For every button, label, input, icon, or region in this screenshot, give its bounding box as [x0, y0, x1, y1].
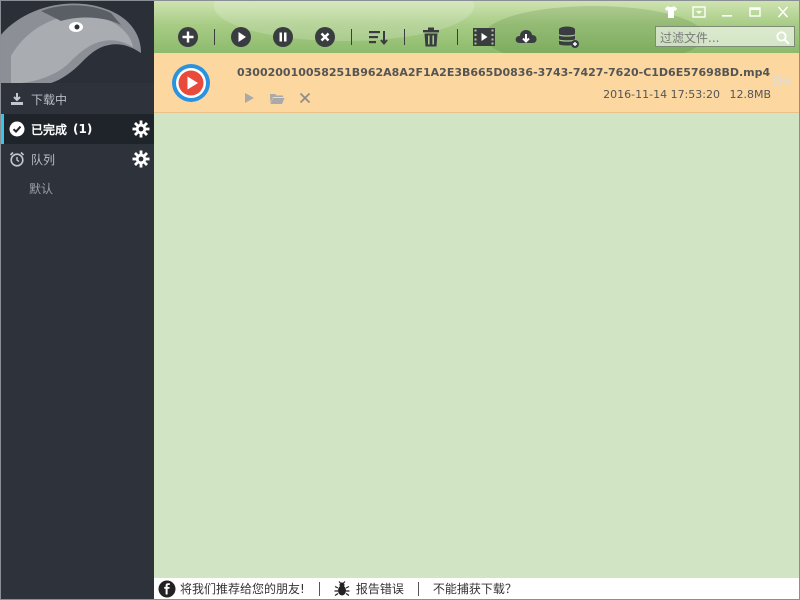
sidebar-nav: 下载中 已完成 (1) 队列 默认 [1, 84, 154, 202]
gear-icon[interactable] [132, 150, 150, 168]
recommend-label: 将我们推荐给您的朋友! [180, 582, 305, 596]
toolbar-separator [404, 29, 405, 45]
gear-icon[interactable] [132, 120, 150, 138]
resume-button[interactable] [229, 25, 253, 49]
database-button[interactable] [556, 25, 580, 49]
sort-button[interactable] [366, 25, 390, 49]
pause-icon [273, 27, 293, 47]
alarm-clock-icon [9, 151, 25, 167]
toolbar-separator [214, 29, 215, 45]
sidebar-item-label: 下载中 [31, 92, 68, 107]
sidebar-item-label: 默认 [29, 181, 54, 196]
report-bug-link[interactable]: 报告错误 [334, 578, 404, 599]
add-icon [178, 27, 198, 47]
file-size: 12.8MB [729, 88, 771, 101]
search-input[interactable] [656, 28, 780, 48]
cloud-download-icon [515, 30, 537, 43]
bug-icon [334, 580, 350, 596]
filter-search [655, 26, 795, 48]
play-icon [245, 93, 254, 103]
cant-capture-label: 不能捕获下载？ [432, 582, 517, 596]
dropdown-menu-icon [692, 6, 706, 18]
open-file-button[interactable] [241, 90, 257, 106]
recommend-link[interactable]: 将我们推荐给您的朋友! [154, 578, 305, 599]
play-icon [231, 27, 251, 47]
add-button[interactable] [176, 25, 200, 49]
minimize-icon [722, 15, 732, 17]
sidebar-item-label: 已完成 [31, 122, 68, 137]
shirt-icon [665, 6, 677, 18]
toolbar [176, 25, 598, 49]
sidebar-item-completed[interactable]: 已完成 (1) [1, 114, 154, 144]
database-icon [558, 26, 579, 48]
remove-button[interactable] [297, 90, 313, 106]
sidebar-item-queue-default[interactable]: 默认 [1, 174, 154, 202]
video-player-icon [172, 64, 210, 102]
sidebar: 下载中 已完成 (1) 队列 默认 [1, 1, 154, 599]
folder-icon [270, 93, 285, 104]
cant-capture-link[interactable]: 不能捕获下载？ [433, 578, 517, 599]
close-icon [299, 92, 311, 104]
menu-button[interactable] [687, 3, 711, 21]
window-controls [655, 3, 795, 21]
footer-separator [318, 581, 320, 596]
sidebar-item-label: 队列 [31, 152, 56, 167]
facebook-icon [158, 580, 176, 597]
delete-button[interactable] [419, 25, 443, 49]
minimize-button[interactable] [715, 3, 739, 21]
delete-icon [423, 27, 439, 47]
sidebar-item-queue[interactable]: 队列 [1, 144, 154, 174]
footer-separator [417, 581, 419, 596]
share-button[interactable] [773, 73, 793, 89]
skin-button[interactable] [659, 3, 683, 21]
download-list-area [154, 113, 799, 578]
toolbar-separator [457, 29, 458, 45]
maximize-button[interactable] [743, 3, 767, 21]
maximize-icon [749, 7, 761, 17]
status-footer: 将我们推荐给您的朋友! 报告错误 不能捕获下载？ [154, 578, 799, 599]
sidebar-item-downloading[interactable]: 下载中 [1, 84, 154, 114]
stop-button[interactable] [313, 25, 337, 49]
share-icon [773, 76, 791, 86]
row-actions [241, 90, 325, 106]
header-toolbar [154, 1, 799, 53]
app-window: 下载中 已完成 (1) 队列 默认 过滤文件... 03002001005825… [0, 0, 800, 600]
file-name: 030020010058251B962A8A2F1A2E3B665D0836-3… [237, 66, 771, 79]
file-meta: 2016-11-14 17:53:20 12.8MB [597, 88, 771, 101]
video-button[interactable] [472, 25, 496, 49]
cloud-download-button[interactable] [514, 25, 538, 49]
download-tray-icon [9, 91, 25, 107]
report-label: 报告错误 [355, 582, 404, 596]
open-folder-button[interactable] [269, 90, 285, 106]
close-icon [777, 6, 789, 18]
list-item[interactable]: 030020010058251B962A8A2F1A2E3B665D0836-3… [154, 53, 799, 113]
search-icon[interactable] [776, 30, 790, 45]
eagle-logo [1, 1, 154, 83]
close-button[interactable] [771, 3, 795, 21]
completed-count-badge: (1) [73, 122, 93, 136]
toolbar-separator [351, 29, 352, 45]
stop-icon [315, 27, 335, 47]
pause-button[interactable] [271, 25, 295, 49]
video-icon [473, 28, 495, 46]
file-date: 2016-11-14 17:53:20 [603, 88, 720, 101]
check-circle-icon [9, 121, 25, 137]
sort-icon [369, 31, 388, 46]
